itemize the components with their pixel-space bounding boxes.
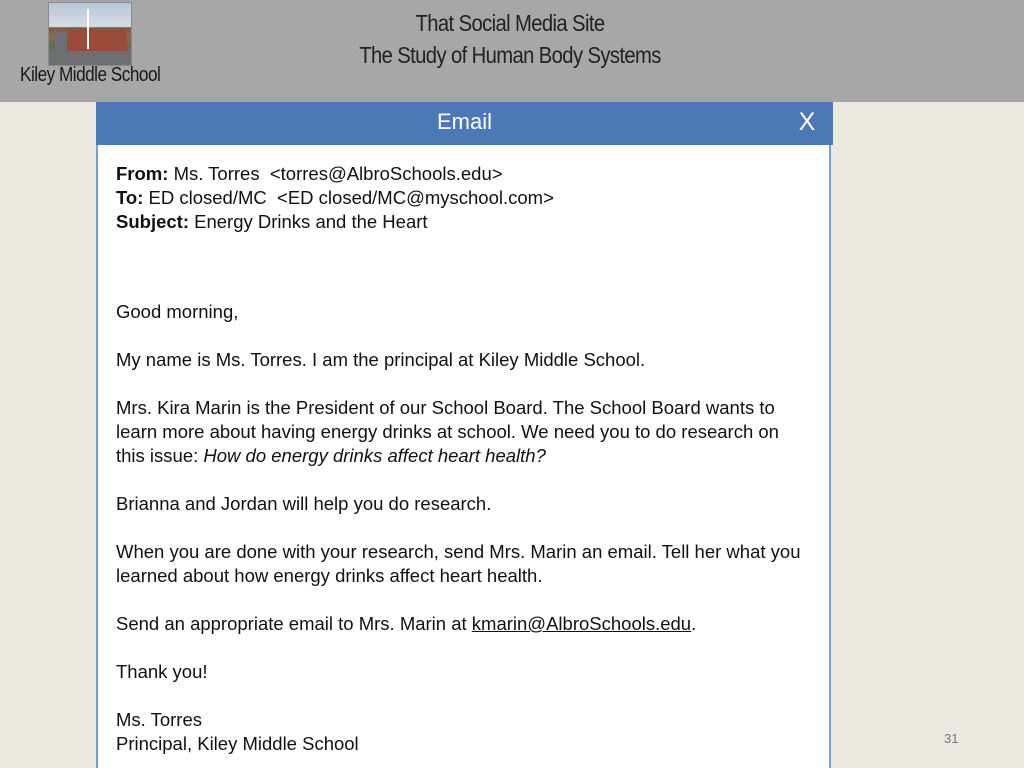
email-body: From: Ms. Torres <torres@AlbroSchools.ed… [116,162,806,756]
closing: Thank you! [116,661,208,682]
signature-title: Principal, Kiley Middle School [116,733,359,754]
research-question: How do energy drinks affect heart health… [203,445,546,466]
paragraph-instructions: When you are done with your research, se… [116,541,801,586]
close-icon[interactable]: X [793,107,821,137]
subject-label: Subject: [116,211,189,232]
to-value: ED closed/MC <ED closed/MC@myschool.com> [148,187,554,208]
subject-value: Energy Drinks and the Heart [194,211,428,232]
unit-title: The Study of Human Body Systems [359,42,661,68]
greeting: Good morning, [116,301,239,322]
from-value: Ms. Torres <torres@AlbroSchools.edu> [173,163,503,184]
top-banner: Kiley Middle School That Social Media Si… [0,0,1024,102]
from-line: From: Ms. Torres <torres@AlbroSchools.ed… [116,162,806,186]
school-photo [48,2,132,66]
email-titlebar: Email X [96,102,833,145]
paragraph-send: Send an appropriate email to Mrs. Marin … [116,612,806,636]
paragraph-intro: My name is Ms. Torres. I am the principa… [116,349,646,370]
subject-line: Subject: Energy Drinks and the Heart [116,210,806,234]
page-number: 31 [944,731,959,746]
site-title: That Social Media Site [415,10,606,36]
email-window-title: Email [436,109,492,134]
from-label: From: [116,163,169,184]
paragraph-helpers: Brianna and Jordan will help you do rese… [116,493,492,514]
school-name: Kiley Middle School [20,64,161,86]
to-line: To: ED closed/MC <ED closed/MC@myschool.… [116,186,806,210]
email-window: Email X From: Ms. Torres <torres@AlbroSc… [96,102,833,768]
signature-name: Ms. Torres [116,709,203,730]
send-text-end: . [691,613,697,634]
paragraph-task: Mrs. Kira Marin is the President of our … [116,396,806,468]
to-label: To: [116,187,144,208]
email-address-link[interactable]: kmarin@AlbroSchools.edu [472,613,691,634]
send-text: Send an appropriate email to Mrs. Marin … [116,613,472,634]
